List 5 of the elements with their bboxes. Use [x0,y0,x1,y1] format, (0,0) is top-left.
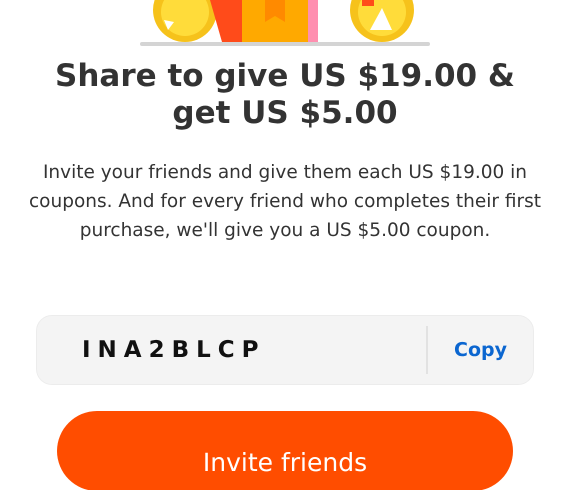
share-title: Share to give US $19.00 & get US $5.00 [54,58,516,132]
invite-friends-button[interactable]: Invite friends [57,411,513,490]
invite-description: Invite your friends and give them each US $19.00 in coupons. And for every friend who completes their first purchase, we'll give you a US $5.00 coupon. [28,161,542,243]
invite-code: INA2BLCP [81,337,267,363]
copy-button[interactable]: Copy [428,326,533,374]
